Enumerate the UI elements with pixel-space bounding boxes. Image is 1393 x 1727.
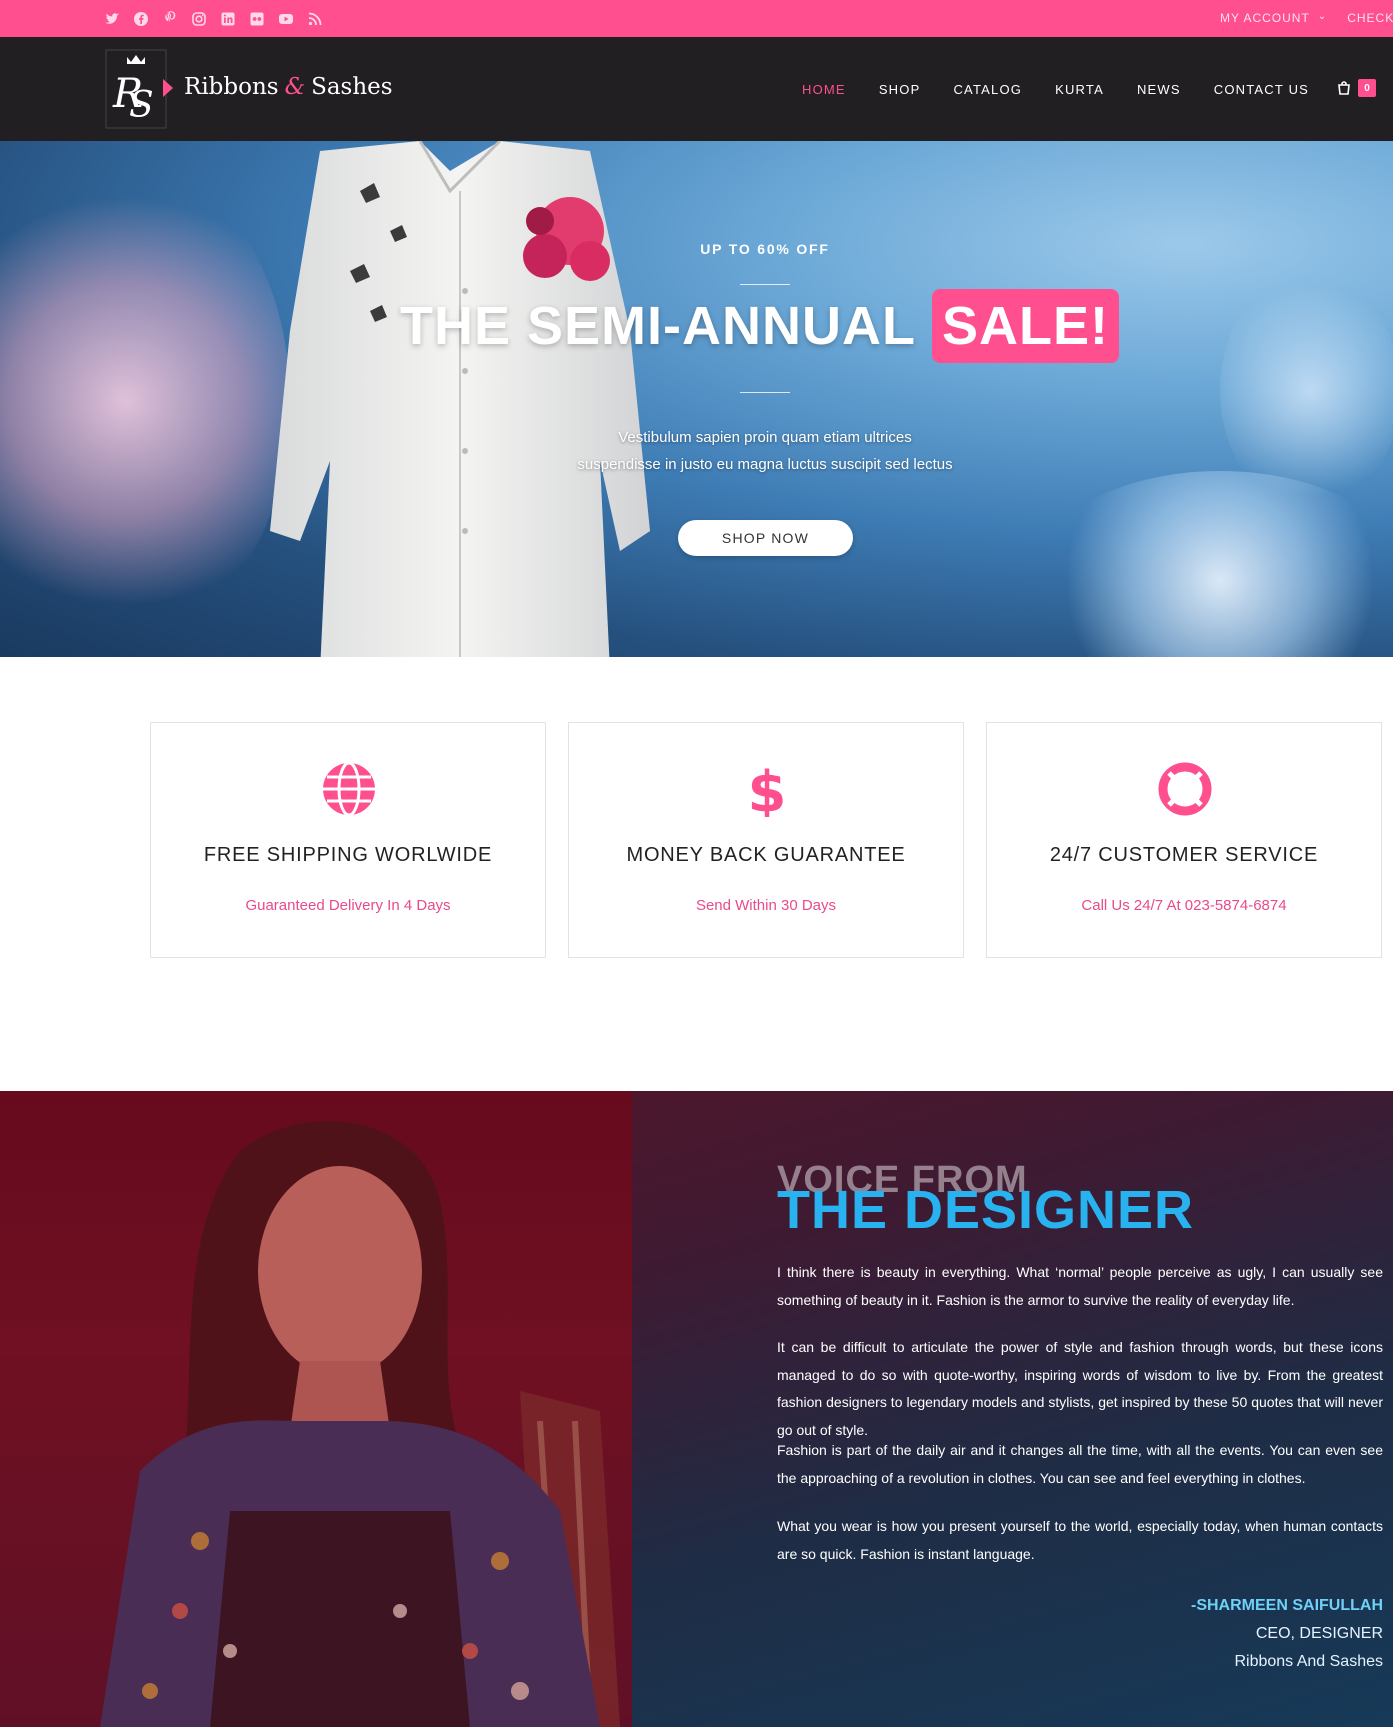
designer-signature-company: Ribbons And Sashes — [1234, 1653, 1383, 1670]
feature-title: FREE SHIPPING WORLWIDE — [203, 844, 493, 866]
hero-banner: UP TO 60% OFF THE SEMI-ANNUAL SALE! Vest… — [0, 141, 1393, 657]
hero-blossom-right — [1030, 471, 1393, 657]
brand-part2: Sashes — [311, 74, 393, 100]
flickr-icon[interactable] — [249, 11, 265, 27]
shopping-bag-icon — [1338, 81, 1350, 95]
youtube-icon[interactable] — [278, 11, 294, 27]
hero-kicker: UP TO 60% OFF — [700, 241, 830, 257]
hero-divider-bottom — [740, 392, 790, 393]
nav-shop[interactable]: SHOP — [879, 82, 921, 97]
account-links: MY ACCOUNT ⌄ CHECK — [1220, 11, 1393, 25]
hero-product-image — [270, 141, 650, 657]
top-bar: MY ACCOUNT ⌄ CHECK — [0, 0, 1393, 37]
designer-photo — [0, 1091, 632, 1727]
checkout-link[interactable]: CHECK — [1347, 11, 1393, 25]
pinterest-icon[interactable] — [162, 10, 178, 27]
rss-icon[interactable] — [307, 11, 323, 27]
linkedin-icon[interactable] — [220, 11, 236, 27]
my-account-link[interactable]: MY ACCOUNT — [1220, 11, 1310, 25]
hero-divider-top — [740, 284, 790, 285]
designer-portrait-image — [0, 1091, 632, 1727]
feature-text: Call Us 24/7 At 023-5874-6874 — [1081, 897, 1287, 914]
designer-signature-name: -SHARMEEN SAIFULLAH — [1191, 1597, 1383, 1614]
social-links — [104, 0, 323, 37]
feature-title: MONEY BACK GUARANTEE — [626, 844, 906, 866]
dollar-icon: $ — [748, 761, 787, 817]
shop-now-button[interactable]: SHOP NOW — [678, 520, 853, 556]
nav-home[interactable]: HOME — [802, 82, 846, 97]
logo-icon[interactable]: R S — [105, 49, 175, 129]
chevron-down-icon[interactable]: ⌄ — [1318, 11, 1327, 25]
nav-kurta[interactable]: KURTA — [1055, 82, 1104, 97]
nav-catalog[interactable]: CATALOG — [953, 82, 1022, 97]
hero-title: THE SEMI-ANNUAL SALE! — [400, 289, 1119, 363]
designer-quote-paragraph: Fashion is part of the daily air and it … — [777, 1442, 1383, 1486]
hero-subtitle-line2: suspendisse in justo eu magna luctus sus… — [577, 456, 953, 473]
instagram-icon[interactable] — [191, 11, 207, 27]
main-header: R S Ribbons & Sashes HOME SHOP CATALOG KUR… — [0, 37, 1393, 141]
feature-text: Send Within 30 Days — [695, 897, 837, 914]
svg-text:$: $ — [748, 761, 787, 817]
hero-title-highlight: SALE! — [931, 289, 1119, 363]
cart-count-badge: 0 — [1358, 79, 1376, 97]
hero-subtitle-line1: Vestibulum sapien proin quam etiam ultri… — [618, 429, 912, 446]
designer-quote-paragraph: What you wear is how you present yoursel… — [777, 1518, 1383, 1562]
feature-card-money-back: $ MONEY BACK GUARANTEE Send Within 30 Da… — [568, 722, 964, 958]
svg-text:S: S — [129, 85, 154, 126]
designer-signature-role: CEO, DESIGNER — [1255, 1625, 1383, 1642]
designer-quote-paragraph: I think there is beauty in everything. W… — [777, 1264, 1383, 1308]
designer-quote-paragraph: It can be difficult to articulate the po… — [777, 1339, 1383, 1438]
hero-title-text: THE SEMI-ANNUAL — [400, 296, 916, 356]
globe-icon — [323, 761, 375, 817]
cart-button[interactable]: 0 — [1336, 79, 1376, 97]
nav-news[interactable]: NEWS — [1137, 82, 1181, 97]
main-menu: HOME SHOP CATALOG KURTA NEWS CONTACT US — [802, 37, 1309, 141]
feature-card-shipping: FREE SHIPPING WORLWIDE Guaranteed Delive… — [150, 722, 546, 958]
hero-subtitle: Vestibulum sapien proin quam etiam ultri… — [0, 424, 1393, 478]
feature-card-support: 24/7 CUSTOMER SERVICE Call Us 24/7 At 02… — [986, 722, 1382, 958]
feature-text: Guaranteed Delivery In 4 Days — [245, 897, 451, 914]
brand-amp: & — [284, 74, 306, 100]
designer-title: THE DESIGNER — [777, 1180, 1195, 1240]
twitter-icon[interactable] — [104, 11, 120, 27]
lifebuoy-icon — [1158, 762, 1212, 816]
nav-contact-us[interactable]: CONTACT US — [1214, 82, 1309, 97]
brand-part1: Ribbons — [184, 74, 279, 100]
brand-name[interactable]: Ribbons & Sashes — [184, 74, 393, 100]
facebook-icon[interactable] — [133, 11, 149, 27]
feature-title: 24/7 CUSTOMER SERVICE — [1049, 844, 1319, 866]
hero-blossom-left — [0, 161, 290, 641]
features-row: FREE SHIPPING WORLWIDE Guaranteed Delive… — [150, 722, 1382, 958]
designer-section: VOICE FROM THE DESIGNER I think there is… — [0, 1091, 1393, 1727]
